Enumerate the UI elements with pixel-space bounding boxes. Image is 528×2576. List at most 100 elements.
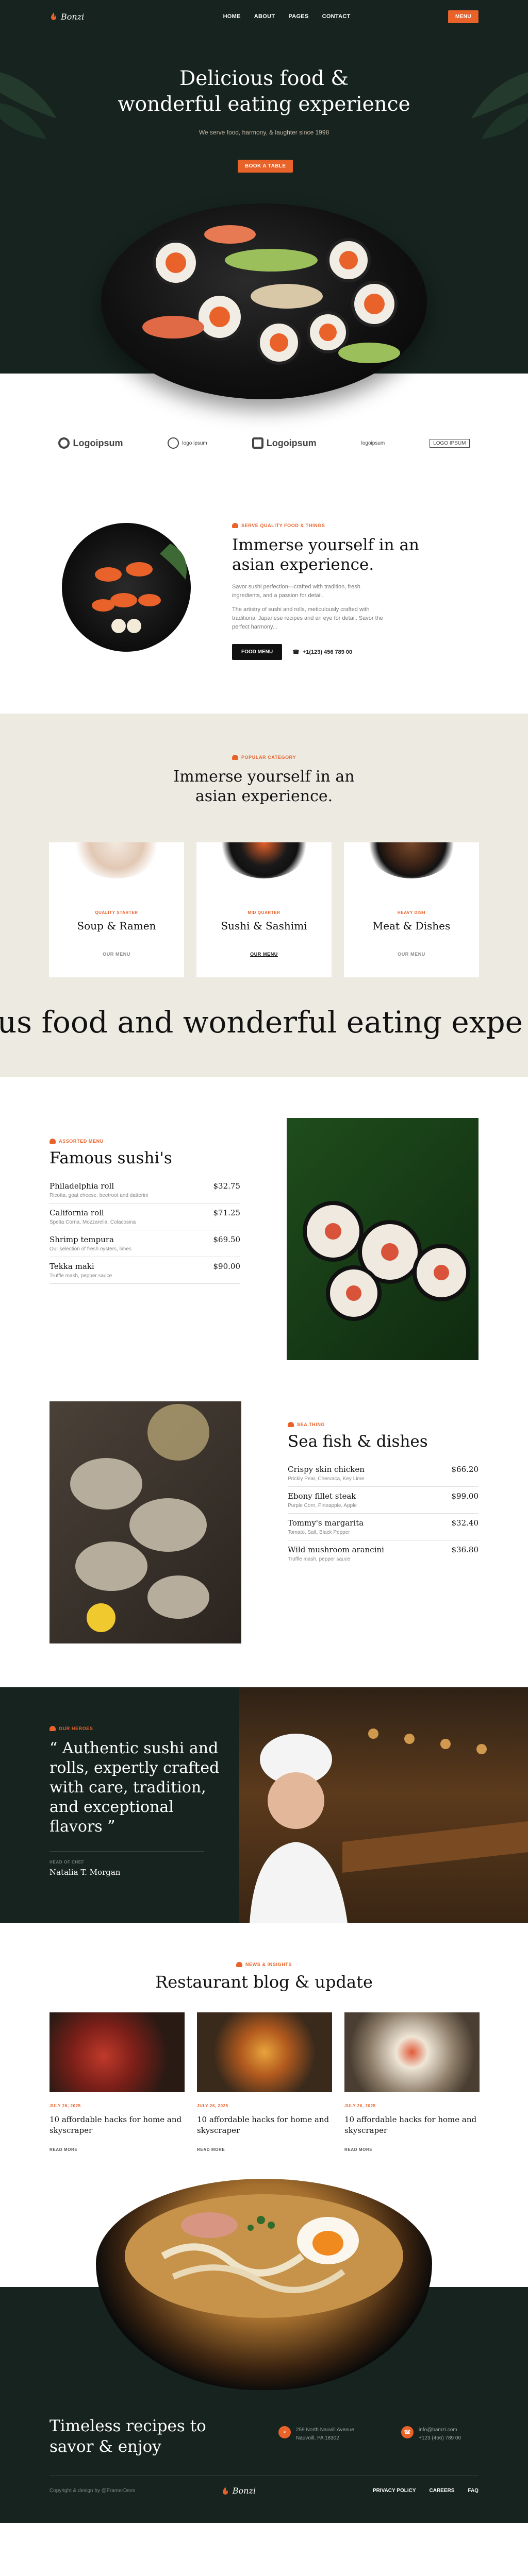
hero-title: Delicious food & wonderful eating experi… [0, 66, 528, 117]
menu-item[interactable]: Philadelphia roll $32.75 Ricotta, goat che… [50, 1177, 240, 1204]
item-name: Ebony fillet steak [288, 1492, 356, 1501]
testimonial-section: OUR HEROES “ Authentic sushi and rolls, … [0, 1687, 528, 1923]
immerse-actions: FOOD MENU ☎ +1(123) 456 789 00 [232, 644, 419, 660]
menu-item[interactable]: California roll $71.25 Spelta Corna, Mozza… [50, 1204, 240, 1230]
item-description: Purple Corn, Pineapple, Apple [288, 1503, 357, 1509]
book-table-button[interactable]: BOOK A TABLE [238, 160, 293, 173]
partner-logo-5: LOGO IPSUM [430, 438, 470, 448]
card-menu-link[interactable]: OUR MENU [49, 952, 184, 957]
item-price: $36.80 [451, 1545, 479, 1554]
copyright-text: Copyright & design by @FramerDevs [50, 2488, 135, 2494]
footer-phone[interactable]: +123 (456) 789 00 [419, 2434, 461, 2443]
ring-logo-icon [168, 437, 179, 449]
read-more-link[interactable]: READ MORE [50, 2147, 185, 2152]
fish-menu-kicker: SEA THING [288, 1422, 478, 1427]
read-more-link[interactable]: READ MORE [197, 2147, 332, 2152]
post-title[interactable]: 10 affordable hacks for home and skyscra… [197, 2114, 332, 2136]
ramen-illustration [125, 2194, 403, 2318]
menu-item[interactable]: Shrimp tempura $69.50 Our selection of fre… [50, 1230, 240, 1257]
item-description: Truffle mash, pepper sauce [288, 1556, 351, 1562]
sushi-rolls-illustration [142, 225, 400, 365]
hero-section: Delicious food & wonderful eating experi… [0, 0, 528, 399]
location-icon: ⌖ [278, 2426, 291, 2438]
item-price: $90.00 [213, 1262, 241, 1271]
cloche-icon [232, 523, 238, 528]
item-price: $66.20 [451, 1465, 479, 1474]
nav-about[interactable]: ABOUT [254, 13, 275, 20]
food-menu-button[interactable]: FOOD MENU [232, 644, 283, 660]
menu-button[interactable]: MENU [448, 10, 478, 23]
partner-logo-2: logo ipsum [168, 437, 207, 449]
partner-logo-4: logoipsum [361, 440, 385, 446]
hero-title-line1: Delicious food & [179, 67, 349, 90]
sushi-menu-title: Famous sushi's [50, 1149, 172, 1167]
post-date: JULY 26, 2025 [344, 2104, 376, 2108]
fish-menu-section: SEA THING Sea fish & dishes Crispy skin … [0, 1360, 528, 1643]
item-name: Philadelphia roll [50, 1181, 114, 1191]
item-description: Truffle mash, pepper sauce [50, 1273, 112, 1279]
item-description: Tomato, Salt, Black Pepper [288, 1530, 350, 1535]
category-section: POPULAR CATEGORY Immerse yourself in an a… [0, 714, 528, 1077]
blog-post[interactable]: JULY 26, 2025 10 affordable hacks for ho… [197, 2012, 332, 2152]
hero-title-line2: wonderful eating experience [118, 93, 410, 116]
post-title[interactable]: 10 affordable hacks for home and skyscra… [50, 2114, 185, 2136]
flame-logo-icon [51, 12, 56, 20]
footer-address: ⌖ 259 North Nauvill Avenue Nauvoill, PA 1… [278, 2426, 354, 2443]
sushi-rolls-photo-illustration [303, 1201, 470, 1321]
cloche-icon [288, 1422, 294, 1427]
phone-link[interactable]: ☎ +1(123) 456 789 00 [292, 649, 352, 656]
square-logo-icon [252, 437, 263, 449]
brand-logo[interactable]: Bonzi [50, 12, 84, 22]
cloche-icon [232, 755, 238, 760]
sushi-menu-list: ASSORTED MENU Famous sushi's Philadelphi… [50, 1118, 240, 1360]
card-menu-link[interactable]: OUR MENU [196, 952, 332, 957]
testimonial-quote: “ Authentic sushi and rolls, expertly cr… [50, 1739, 220, 1836]
sushi-bowl-image [218, 842, 310, 878]
blog-section: NEWS & INSIGHTS Restaurant blog & update… [0, 1923, 528, 2152]
careers-link[interactable]: CAREERS [430, 2488, 455, 2494]
menu-item[interactable]: Ebony fillet steak $99.00 Purple Corn, Pin… [288, 1487, 478, 1514]
item-name: Tommy's margarita [288, 1518, 364, 1528]
nav-pages[interactable]: PAGES [288, 13, 308, 20]
oysters-illustration [70, 1404, 209, 1632]
card-menu-link[interactable]: OUR MENU [344, 952, 479, 957]
soup-bowl-image [70, 842, 163, 878]
category-kicker: POPULAR CATEGORY [0, 714, 528, 760]
sushi-menu-section: ASSORTED MENU Famous sushi's Philadelphi… [0, 1077, 528, 1360]
top-nav: Bonzi HOME ABOUT PAGES CONTACT MENU [0, 0, 528, 33]
nav-home[interactable]: HOME [223, 13, 241, 20]
category-card-soup[interactable]: QUALITY STARTER Soup & Ramen OUR MENU [49, 842, 184, 977]
sushi-rolls-photo [287, 1118, 478, 1360]
menu-item[interactable]: Tommy's margarita $32.40 Tomato, Salt, Bla… [288, 1514, 478, 1540]
read-more-link[interactable]: READ MORE [344, 2147, 480, 2152]
blog-post[interactable]: JULY 26, 2025 10 affordable hacks for ho… [50, 2012, 185, 2152]
privacy-policy-link[interactable]: PRIVACY POLICY [373, 2488, 416, 2494]
testimonial-kicker: OUR HEROES [50, 1726, 93, 1731]
footer: Timeless recipes to savor & enjoy ⌖ 259 … [0, 2179, 528, 2523]
restaurant-interior-illustration [250, 1728, 528, 1923]
category-card-sushi[interactable]: MID QUARTER Sushi & Sashimi OUR MENU [196, 842, 332, 977]
category-card-meat[interactable]: HEAVY DISH Meat & Dishes OUR MENU [344, 842, 479, 977]
blog-post-image [50, 2012, 185, 2092]
immerse-paragraph-2: The artistry of sushi and rolls, meticul… [232, 606, 383, 630]
menu-item[interactable]: Tekka maki $90.00 Truffle mash, pepper sau… [50, 1257, 240, 1284]
footer-email[interactable]: info@bamzi.com [419, 2426, 461, 2434]
card-title: Sushi & Sashimi [221, 920, 307, 932]
blog-post-image [197, 2012, 332, 2092]
item-description: Spelta Corna, Mozzarella, Colacosina [50, 1219, 136, 1225]
nav-contact[interactable]: CONTACT [322, 13, 351, 20]
chef-name: Natalia T. Morgan [50, 1868, 121, 1877]
menu-item[interactable]: Wild mushroom arancini $36.80 Truffle mash… [288, 1540, 478, 1567]
post-title[interactable]: 10 affordable hacks for home and skyscra… [344, 2114, 480, 2136]
faq-link[interactable]: FAQ [468, 2488, 478, 2494]
blog-post[interactable]: JULY 26, 2025 10 affordable hacks for ho… [344, 2012, 480, 2152]
cloche-icon [236, 1962, 242, 1967]
card-title: Soup & Ramen [77, 920, 156, 932]
item-name: Tekka maki [50, 1262, 94, 1271]
immerse-kicker: SERVE QUALITY FOOD & THINGS [232, 523, 419, 528]
item-name: Crispy skin chicken [288, 1465, 365, 1474]
menu-item[interactable]: Crispy skin chicken $66.20 Prickly Pear, C… [288, 1460, 478, 1487]
post-date: JULY 26, 2025 [197, 2104, 228, 2108]
phone-icon: ☎ [401, 2426, 414, 2438]
footer-brand-logo[interactable]: Bonzi [221, 2486, 256, 2496]
